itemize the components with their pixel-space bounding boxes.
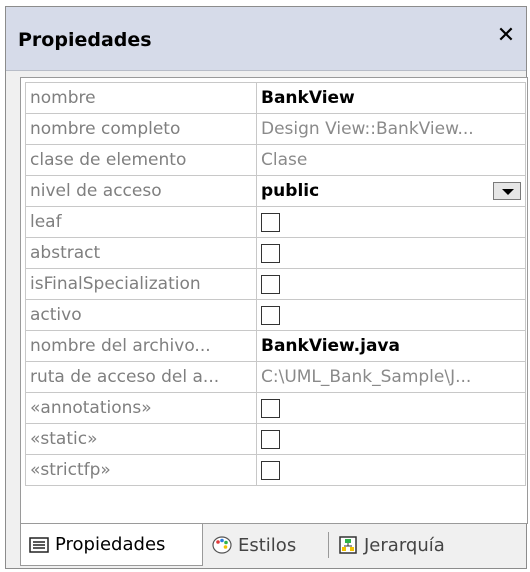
property-name: nombre completo [25, 113, 257, 145]
property-value: Design View::BankView... [256, 113, 526, 145]
abstract-checkbox[interactable] [261, 243, 280, 263]
tab-label: Estilos [238, 534, 297, 556]
table-row: «static» [25, 423, 526, 455]
filename-input[interactable]: BankView.java [256, 330, 526, 362]
table-row: leaf [25, 206, 526, 238]
table-row: nivel de acceso public [25, 175, 526, 207]
active-checkbox[interactable] [261, 305, 280, 325]
property-value [256, 423, 526, 455]
table-row: clase de elemento Clase [25, 144, 526, 176]
tab-styles[interactable]: Estilos [212, 524, 296, 566]
tab-divider [328, 532, 329, 558]
property-value [256, 206, 526, 238]
property-name: ruta de acceso del a... [25, 361, 257, 393]
dropdown-arrow-icon[interactable] [493, 182, 521, 200]
table-row: isFinalSpecialization [25, 268, 526, 300]
table-row: nombre completo Design View::BankView... [25, 113, 526, 145]
tab-hierarchy[interactable]: Jerarquía [338, 524, 445, 566]
property-value: C:\UML_Bank_Sample\J... [256, 361, 526, 393]
hierarchy-icon [338, 536, 358, 554]
property-value [256, 237, 526, 269]
table-row: activo [25, 299, 526, 331]
tab-properties[interactable]: Propiedades [20, 524, 203, 566]
panel-titlebar: Propiedades ✕ [6, 7, 526, 71]
tab-label: Jerarquía [364, 534, 445, 556]
property-value [256, 392, 526, 424]
table-row: «annotations» [25, 392, 526, 424]
property-value: Clase [256, 144, 526, 176]
annotations-checkbox[interactable] [261, 398, 280, 418]
static-checkbox[interactable] [261, 429, 280, 449]
table-row: nombre del archivo... BankView.java [25, 330, 526, 362]
properties-list-icon [29, 536, 49, 554]
property-name: «static» [25, 423, 257, 455]
property-value [256, 299, 526, 331]
property-value [256, 454, 526, 486]
access-level-select[interactable]: public [256, 175, 526, 207]
property-name: nombre del archivo... [25, 330, 257, 362]
bottom-tabs: Propiedades Estilos Jerarquía [20, 524, 528, 566]
property-name: nombre [25, 82, 257, 114]
leaf-checkbox[interactable] [261, 212, 280, 232]
panel-title: Propiedades [18, 29, 152, 51]
properties-panel: Propiedades ✕ nombre BankView nombre com… [5, 6, 528, 569]
property-name: abstract [25, 237, 257, 269]
property-value-input[interactable]: BankView [256, 82, 526, 114]
table-row: «strictfp» [25, 454, 526, 486]
property-name: «strictfp» [25, 454, 257, 486]
property-name: nivel de acceso [25, 175, 257, 207]
palette-icon [212, 536, 232, 554]
property-name: leaf [25, 206, 257, 238]
property-name: activo [25, 299, 257, 331]
tab-label: Propiedades [55, 534, 166, 555]
table-row: nombre BankView [25, 82, 526, 114]
strictfp-checkbox[interactable] [261, 460, 280, 480]
property-name: isFinalSpecialization [25, 268, 257, 300]
property-grid: nombre BankView nombre completo Design V… [20, 77, 528, 524]
close-icon[interactable]: ✕ [496, 25, 516, 47]
property-name: «annotations» [25, 392, 257, 424]
property-table: nombre BankView nombre completo Design V… [25, 82, 526, 486]
property-value [256, 268, 526, 300]
table-row: ruta de acceso del a... C:\UML_Bank_Samp… [25, 361, 526, 393]
access-level-value: public [261, 181, 320, 201]
final-specialization-checkbox[interactable] [261, 274, 280, 294]
table-row: abstract [25, 237, 526, 269]
property-name: clase de elemento [25, 144, 257, 176]
